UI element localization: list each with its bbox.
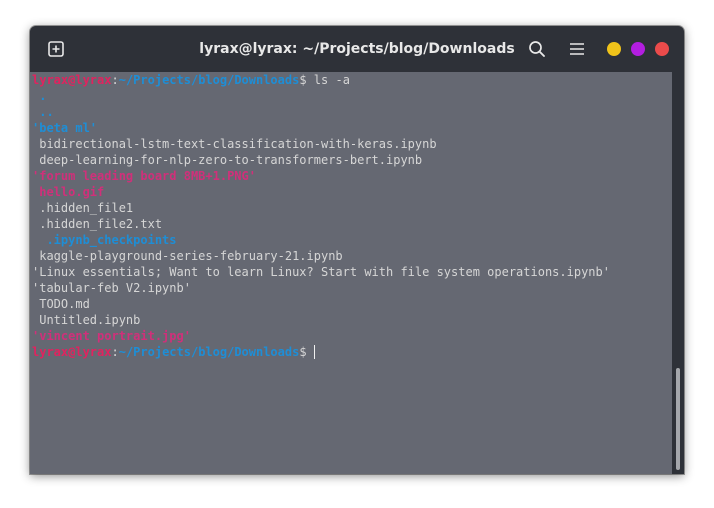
prompt-path: ~/Projects/blog/Downloads	[118, 345, 300, 359]
plus-square-icon	[48, 41, 64, 57]
window-title: lyrax@lyrax: ~/Projects/blog/Downloads	[199, 41, 515, 57]
search-button[interactable]	[526, 38, 548, 60]
title-bar[interactable]: lyrax@lyrax: ~/Projects/blog/Downloads	[30, 26, 684, 72]
hamburger-menu-icon	[570, 43, 584, 55]
listing-entry: .ipynb_checkpoints	[32, 233, 177, 247]
prompt-colon: :	[111, 73, 119, 87]
listing-entry: TODO.md	[32, 297, 90, 311]
active-prompt-line[interactable]: lyrax@lyrax:~/Projects/blog/Downloads$	[32, 344, 315, 360]
listing-entry: .	[32, 89, 47, 103]
new-tab-button[interactable]	[44, 37, 68, 61]
listing-entry: .hidden_file2.txt	[32, 217, 163, 231]
listing-entry: 'vincent portrait.jpg'	[32, 329, 191, 343]
minimize-button[interactable]	[607, 42, 621, 56]
scrollbar[interactable]	[672, 72, 684, 474]
prompt-user: lyrax@lyrax	[32, 73, 112, 87]
prompt-path: ~/Projects/blog/Downloads	[118, 73, 300, 87]
listing-entry: deep-learning-for-nlp-zero-to-transforme…	[32, 153, 423, 167]
listing-entry: 'beta ml'	[32, 121, 98, 135]
menu-button[interactable]	[566, 38, 588, 60]
listing-entry: kaggle-playground-series-february-21.ipy…	[32, 249, 343, 263]
terminal-output[interactable]: lyrax@lyrax:~/Projects/blog/Downloads$ l…	[30, 72, 672, 474]
prompt-symbol: $	[299, 345, 307, 359]
listing-entry: .hidden_file1	[32, 201, 134, 215]
listing-entry: Untitled.ipynb	[32, 313, 141, 327]
listing-entry: hello.gif	[32, 185, 105, 199]
listing-entry: 'Linux essentials; Want to learn Linux? …	[32, 265, 610, 279]
listing-entry: 'forum leading board 8MB+1.PNG'	[32, 169, 256, 183]
terminal-window: lyrax@lyrax: ~/Projects/blog/Downloads l…	[30, 26, 684, 474]
prompt-symbol: $	[299, 73, 307, 87]
search-icon	[529, 41, 545, 57]
maximize-button[interactable]	[631, 42, 645, 56]
command-line: lyrax@lyrax:~/Projects/blog/Downloads$ l…	[32, 72, 350, 88]
prompt-user: lyrax@lyrax	[32, 345, 112, 359]
text-cursor	[313, 345, 315, 359]
listing-entry: ..	[32, 105, 54, 119]
prompt-colon: :	[111, 345, 119, 359]
scrollbar-thumb[interactable]	[676, 368, 680, 470]
close-button[interactable]	[655, 42, 669, 56]
listing-entry: 'tabular-feb V2.ipynb'	[32, 281, 191, 295]
command-text: ls -a	[306, 73, 350, 87]
listing-entry: bidirectional-lstm-text-classification-w…	[32, 137, 437, 151]
